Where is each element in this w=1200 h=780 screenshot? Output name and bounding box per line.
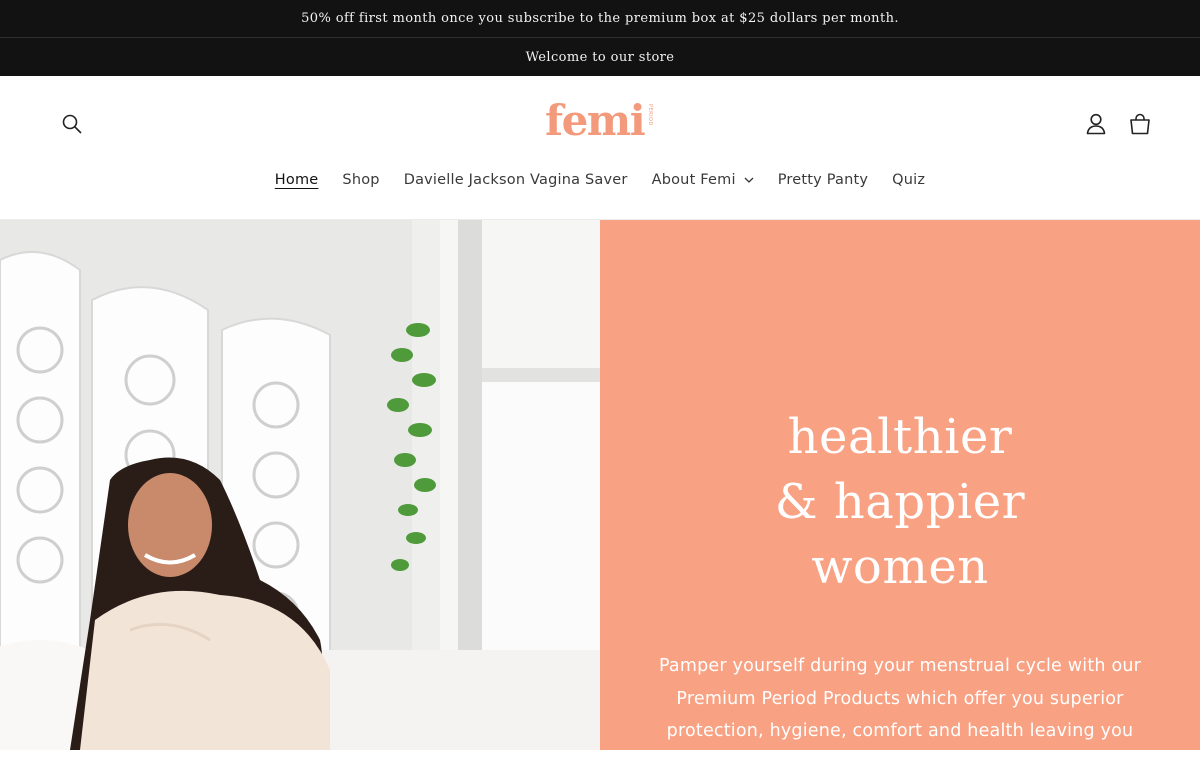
nav-item-vagina-saver[interactable]: Davielle Jackson Vagina Saver — [392, 166, 640, 194]
nav-item-label: About Femi — [651, 172, 736, 188]
nav-item-label: Quiz — [892, 172, 926, 188]
hero-heading-line: & happier — [774, 474, 1026, 530]
nav-item-shop[interactable]: Shop — [330, 166, 391, 194]
logo-wordmark: femi — [545, 96, 646, 145]
announcement-text: 50% off first month once you subscribe t… — [301, 11, 899, 26]
cart-button[interactable] — [1125, 109, 1155, 139]
cart-icon — [1130, 113, 1150, 135]
main-navigation: Home Shop Davielle Jackson Vagina Saver … — [0, 166, 1200, 194]
nav-item-about-femi[interactable]: About Femi — [640, 166, 766, 194]
nav-item-pretty-panty[interactable]: Pretty Panty — [766, 166, 880, 194]
announcement-bar-promo: 50% off first month once you subscribe t… — [0, 0, 1200, 38]
hero-heading-line: healthier — [787, 409, 1013, 465]
account-button[interactable] — [1081, 109, 1111, 139]
hero-text-panel: healthier & happier women Pamper yoursel… — [600, 220, 1200, 774]
nav-item-quiz[interactable]: Quiz — [880, 166, 937, 194]
hero-heading: healthier & happier women — [600, 405, 1200, 600]
hero-image — [0, 220, 600, 750]
nav-item-label: Pretty Panty — [777, 172, 869, 188]
announcement-bar-welcome: Welcome to our store — [0, 38, 1200, 76]
nav-item-label: Davielle Jackson Vagina Saver — [403, 172, 628, 188]
nav-item-label: Home — [274, 172, 319, 188]
chevron-down-icon — [744, 177, 754, 183]
site-header: femi PERIOD Home Shop Davielle Jackson V… — [0, 76, 1200, 220]
brand-logo[interactable]: femi PERIOD — [545, 96, 660, 146]
search-icon — [62, 114, 82, 134]
hero-description: Pamper yourself during your menstrual cy… — [658, 656, 1142, 774]
account-icon — [1086, 113, 1106, 135]
hero-heading-line: women — [811, 539, 989, 595]
hero-banner: healthier & happier women Pamper yoursel… — [0, 220, 1200, 774]
logo-subtext: PERIOD — [647, 104, 653, 126]
nav-item-label: Shop — [342, 172, 380, 188]
nav-item-home[interactable]: Home — [263, 166, 331, 194]
search-button[interactable] — [57, 109, 87, 139]
announcement-text: Welcome to our store — [525, 49, 675, 65]
